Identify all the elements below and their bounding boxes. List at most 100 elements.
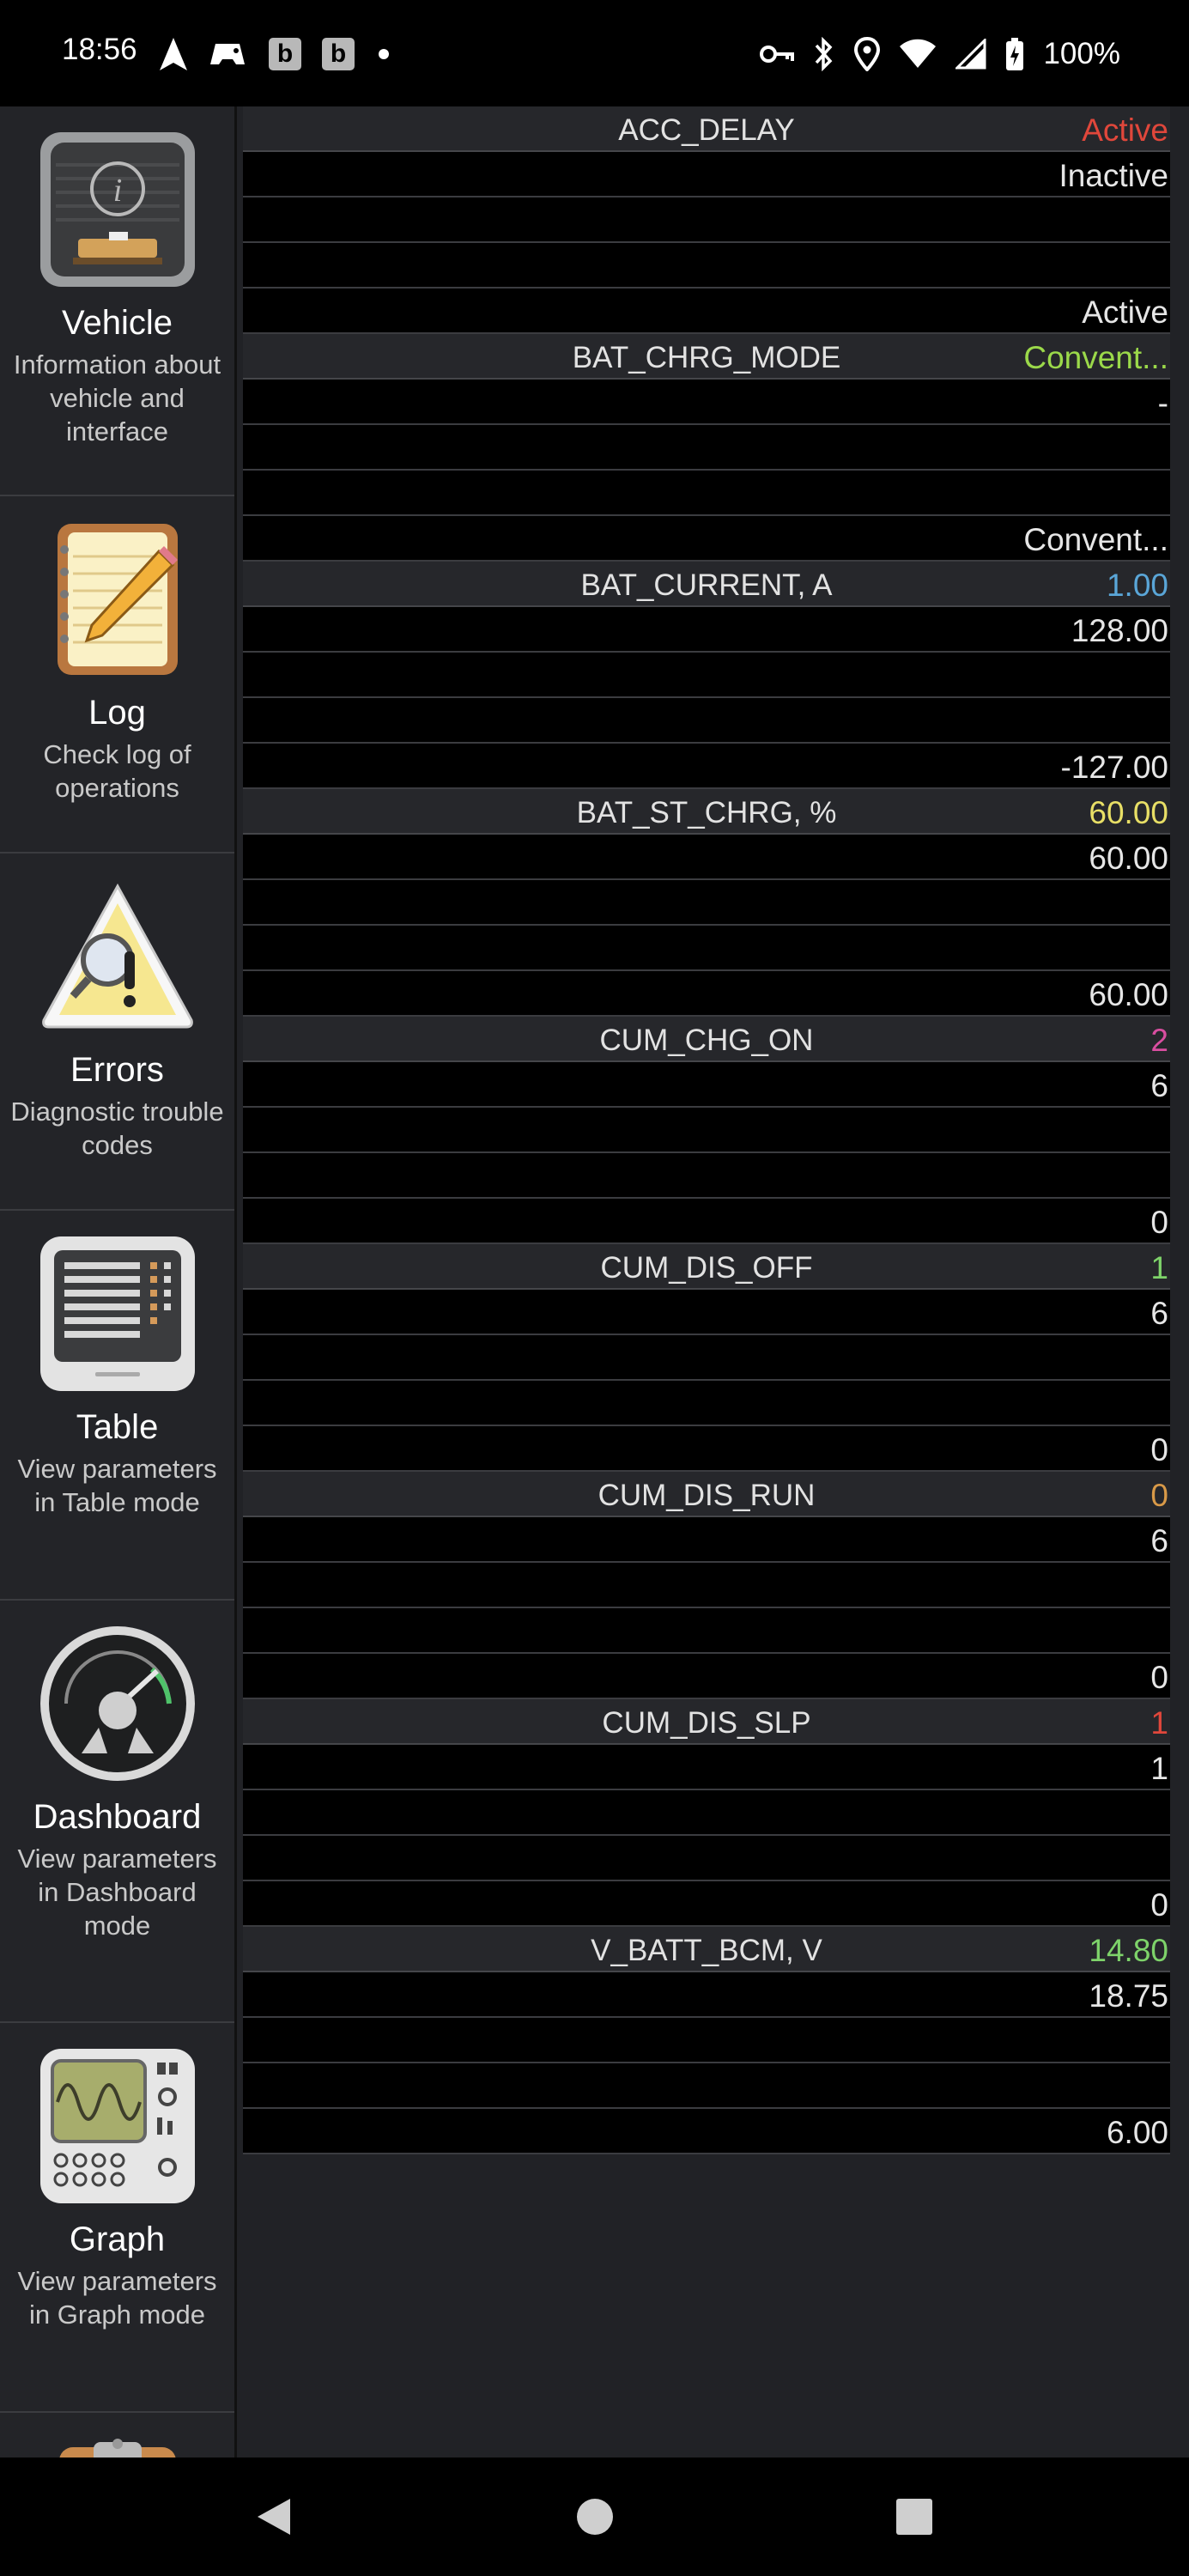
param-max-row: 6 (243, 1062, 1170, 1108)
info-panel-icon: i (39, 131, 197, 289)
param-max-value: 60.00 (1089, 841, 1168, 876)
param-row (243, 698, 1170, 744)
bluetooth-icon (816, 37, 833, 71)
param-row (243, 1836, 1170, 1881)
wifi-icon (900, 39, 937, 68)
param-row (243, 1335, 1170, 1381)
param-current-value: Active (1082, 112, 1168, 148)
param-current-value: 60.00 (1089, 795, 1168, 830)
param-max-value: 1 (1150, 1751, 1168, 1786)
param-row (243, 197, 1170, 243)
param-current-value: Convent... (1023, 340, 1168, 375)
param-min-row: -127.00 (243, 744, 1170, 789)
svg-text:i: i (112, 173, 122, 209)
battery-percent: 100% (1043, 37, 1120, 70)
param-row (243, 1153, 1170, 1199)
sidebar-item-log[interactable]: Log Check log of operations (0, 520, 234, 854)
param-name: CUM_DIS_RUN (598, 1479, 816, 1512)
sidebar-item-description: View parameters in Table mode (17, 1454, 217, 1517)
param-row (243, 1381, 1170, 1426)
sidebar-item-description: View parameters in Dashboard mode (17, 1844, 217, 1941)
sidebar-item-label: Table (76, 1408, 159, 1446)
sidebar: i Vehicle Information about vehicle and … (0, 106, 237, 2458)
parameter-table: ACC_DELAY Active Inactive Active BAT_CHR… (243, 106, 1170, 2154)
param-row (243, 653, 1170, 698)
param-min-value: 0 (1150, 1887, 1168, 1923)
param-block-acc-delay[interactable]: ACC_DELAY Active Inactive Active (243, 106, 1170, 334)
param-block-bat-chrg-mode[interactable]: BAT_CHRG_MODE Convent... - Convent... (243, 334, 1170, 562)
battery-charging-icon (1006, 38, 1024, 70)
param-min-row: 0 (243, 1199, 1170, 1244)
sidebar-item-label: Vehicle (62, 304, 173, 342)
param-current-value: 1 (1150, 1705, 1168, 1741)
app-notification-icon: b (322, 38, 355, 70)
back-icon[interactable] (252, 2495, 295, 2538)
param-min-value: 60.00 (1089, 977, 1168, 1012)
param-block-cum-dis-run[interactable]: CUM_DIS_RUN 0 6 0 (243, 1472, 1170, 1699)
param-max-value: Inactive (1059, 158, 1168, 193)
sidebar-item-vehicle[interactable]: i Vehicle Information about vehicle and … (0, 131, 234, 496)
param-max-value: - (1157, 386, 1168, 421)
cell-signal-icon (955, 39, 986, 70)
notepad-pencil-icon (39, 520, 197, 678)
param-min-row: 0 (243, 1654, 1170, 1699)
clipboard-check-icon (39, 2437, 197, 2458)
status-bar: 18:56 b b 100% (0, 0, 1189, 106)
param-header: ACC_DELAY Active (243, 106, 1170, 152)
param-header: CUM_DIS_SLP 1 (243, 1699, 1170, 1745)
navigation-bar (0, 2458, 1189, 2576)
recents-icon[interactable] (893, 2495, 936, 2538)
sidebar-item-dashboard[interactable]: Dashboard View parameters in Dashboard m… (0, 1625, 234, 2023)
param-min-row: Convent... (243, 516, 1170, 562)
location-icon (854, 37, 881, 71)
sidebar-item-label: Errors (70, 1051, 164, 1089)
status-system-icons: 100% (760, 33, 1120, 76)
param-min-value: 0 (1150, 1432, 1168, 1467)
param-max-row: 6 (243, 1290, 1170, 1335)
param-header: CUM_CHG_ON 2 (243, 1017, 1170, 1062)
table-screen-icon (39, 1235, 197, 1393)
param-min-value: 0 (1150, 1205, 1168, 1240)
param-max-row: 1 (243, 1745, 1170, 1790)
param-min-row: Active (243, 289, 1170, 334)
sidebar-item-table[interactable]: Table View parameters in Table mode (0, 1235, 234, 1601)
param-row (243, 1563, 1170, 1608)
sidebar-item-graph[interactable]: Graph View parameters in Graph mode (0, 2047, 234, 2413)
param-row (243, 2018, 1170, 2063)
vpn-key-icon (760, 46, 795, 63)
warning-magnifier-icon (39, 878, 197, 1036)
param-max-value: 6 (1150, 1068, 1168, 1103)
param-header: BAT_CURRENT, A 1.00 (243, 562, 1170, 607)
sidebar-item-description: Check log of operations (43, 739, 191, 803)
param-min-row: 0 (243, 1881, 1170, 1927)
param-max-value: 6 (1150, 1523, 1168, 1558)
param-block-bat-current[interactable]: BAT_CURRENT, A 1.00 128.00 -127.00 (243, 562, 1170, 789)
sidebar-item-checklist[interactable] (0, 2437, 234, 2458)
param-max-value: 128.00 (1071, 613, 1168, 648)
param-row (243, 1790, 1170, 1836)
status-time: 18:56 (62, 33, 137, 66)
param-min-value: 6.00 (1106, 2115, 1168, 2150)
param-header: BAT_CHRG_MODE Convent... (243, 334, 1170, 380)
sidebar-item-description: Information about vehicle and interface (13, 349, 221, 447)
param-max-row: 6 (243, 1517, 1170, 1563)
param-block-bat-st-chrg[interactable]: BAT_ST_CHRG, % 60.00 60.00 60.00 (243, 789, 1170, 1017)
sidebar-item-errors[interactable]: Errors Diagnostic trouble codes (0, 878, 234, 1211)
param-min-row: 6.00 (243, 2109, 1170, 2154)
param-row (243, 926, 1170, 971)
gamepad-icon (210, 44, 245, 64)
home-icon[interactable] (573, 2495, 616, 2538)
sidebar-item-description: Diagnostic trouble codes (10, 1097, 224, 1160)
param-name: BAT_CURRENT, A (580, 568, 833, 602)
param-name: CUM_DIS_OFF (600, 1251, 813, 1285)
param-row (243, 2063, 1170, 2109)
param-header: V_BATT_BCM, V 14.80 (243, 1927, 1170, 1972)
param-row (243, 1108, 1170, 1153)
param-max-row: 60.00 (243, 835, 1170, 880)
sidebar-item-label: Graph (69, 2221, 166, 2258)
param-row (243, 425, 1170, 471)
param-block-cum-chg-on[interactable]: CUM_CHG_ON 2 6 0 (243, 1017, 1170, 1244)
param-block-cum-dis-slp[interactable]: CUM_DIS_SLP 1 1 0 (243, 1699, 1170, 1927)
param-block-cum-dis-off[interactable]: CUM_DIS_OFF 1 6 0 (243, 1244, 1170, 1472)
param-block-v-batt-bcm[interactable]: V_BATT_BCM, V 14.80 18.75 6.00 (243, 1927, 1170, 2154)
